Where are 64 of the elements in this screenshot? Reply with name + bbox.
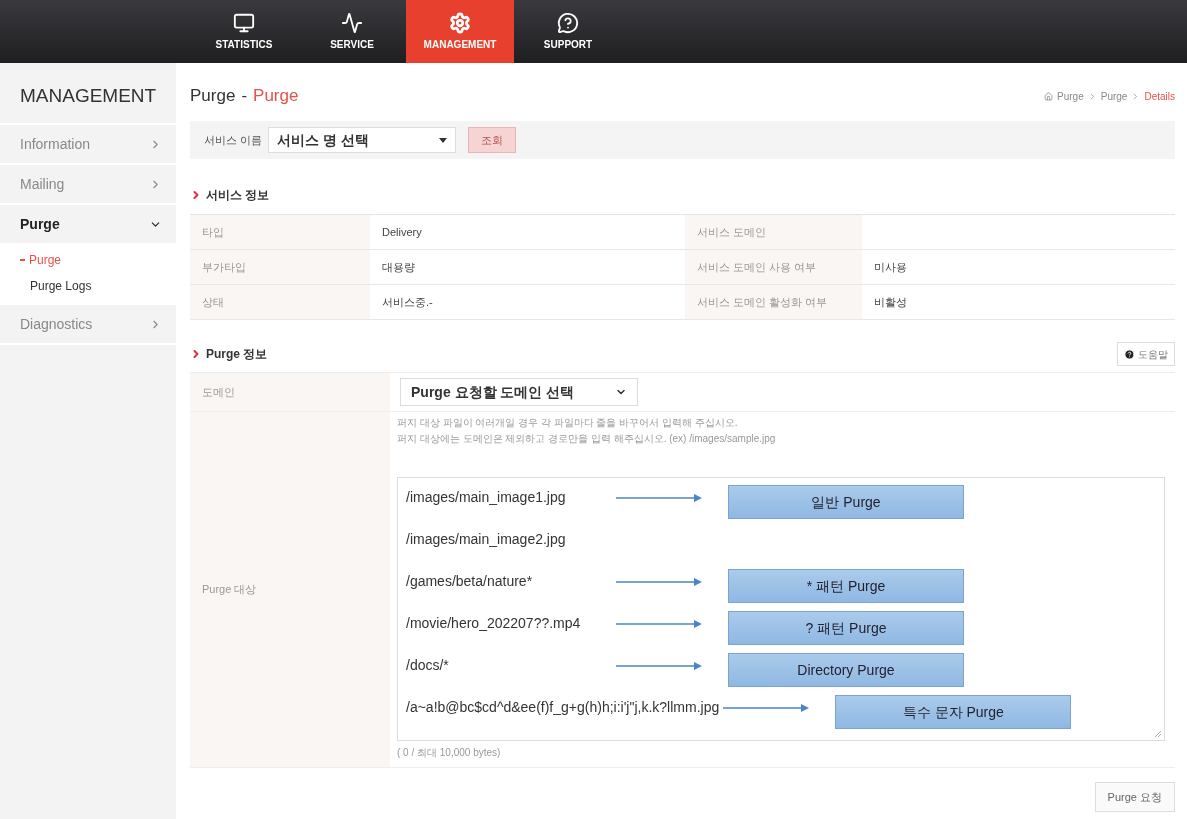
sidebar-title: MANAGEMENT [0,69,176,125]
home-icon [1044,91,1054,101]
sidebar-subitem[interactable]: Purge [0,247,176,273]
settings-icon [449,11,471,34]
breadcrumb-link[interactable]: Purge [1100,88,1128,104]
nav-tab[interactable]: SERVICE [298,0,406,63]
help-icon [557,11,579,34]
field-label: 서비스 도메인 [685,215,862,250]
hint-text: 퍼지 대상에는 도메인은 제외하고 경로만을 입력 해주십시오. (ex) /images/sample.jpg [397,432,777,446]
arrow-icon [616,494,702,502]
breadcrumb-link[interactable]: Details [1144,88,1175,104]
section-title: 서비스 정보 [206,187,270,204]
purge-type-label: 특수 문자 Purge [835,695,1072,729]
monitor-icon [233,11,255,34]
field-value: 서비스중.- [370,285,685,320]
path-text: /docs/* [406,656,450,675]
nav-tab[interactable]: STATISTICS [190,0,298,63]
purge-target-textarea[interactable] [397,477,1165,741]
page-title: Purge [190,85,236,108]
sidebar-subitem[interactable]: Purge Logs [0,273,176,299]
arrow-icon [723,704,810,712]
field-value: 미사용 [862,250,1175,285]
help-button[interactable]: 도움말 [1117,342,1175,366]
hint-text: 퍼지 대상 파일이 여러개일 경우 각 파일마다 줄을 바꾸어서 입력해 주십시오. [397,416,739,430]
nav-tab[interactable]: SUPPORT [514,0,622,63]
nav-tab[interactable]: MANAGEMENT [406,0,514,63]
byte-counter: ( 0 / 최대 10,000 bytes) [397,746,502,760]
purge-type-label: * 패턴 Purge [728,569,964,603]
field-label: 상태 [190,285,370,320]
arrow-icon [616,662,702,670]
service-select[interactable]: 서비스 명 선택 [268,127,457,153]
breadcrumb-link[interactable]: Purge [1057,88,1084,104]
path-text: /games/beta/nature* [406,572,534,591]
dropdown-caret-icon [439,137,448,143]
field-label: 부가타입 [190,250,370,285]
sidebar-item[interactable]: Mailing [0,165,176,203]
title-separator: - [241,85,248,108]
purge-type-label: 일반 Purge [728,485,964,519]
resize-handle-icon [1154,730,1162,738]
sidebar-item[interactable]: Purge [0,205,176,243]
purge-type-label: Directory Purge [728,653,964,687]
path-text: /images/main_image2.jpg [406,530,567,549]
search-label: 서비스 이름 [204,132,263,148]
page-subtitle: Purge [253,85,299,108]
sidebar-item[interactable]: Diagnostics [0,305,176,343]
domain-select[interactable]: Purge 요청할 도메인 선택 [400,378,638,406]
purge-request-button[interactable]: Purge 요청 [1094,782,1175,812]
help-icon [1124,348,1135,360]
section-title: Purge 정보 [206,346,268,363]
sidebar-item[interactable]: Information [0,125,176,163]
field-value: 비활성 [862,285,1175,320]
purge-type-label: ? 패턴 Purge [728,611,964,645]
path-text: /images/main_image1.jpg [406,488,567,507]
search-button[interactable]: 조회 [468,127,517,153]
arrow-icon [616,578,702,586]
chart-icon [341,11,363,34]
field-label: Purge 대상 [190,412,390,768]
path-text: /a~a!b@bc$cd^d&ee(f)f_g+g(h)h;i:i'j"j,k.k?llmm.jpg [406,698,720,717]
field-label: 서비스 도메인 사용 여부 [685,250,862,285]
arrow-icon [616,620,702,628]
field-label: 서비스 도메인 활성화 여부 [685,285,862,320]
field-label: 타입 [190,215,370,250]
field-label: 도메인 [190,373,390,412]
path-text: /movie/hero_202207??.mp4 [406,614,582,633]
